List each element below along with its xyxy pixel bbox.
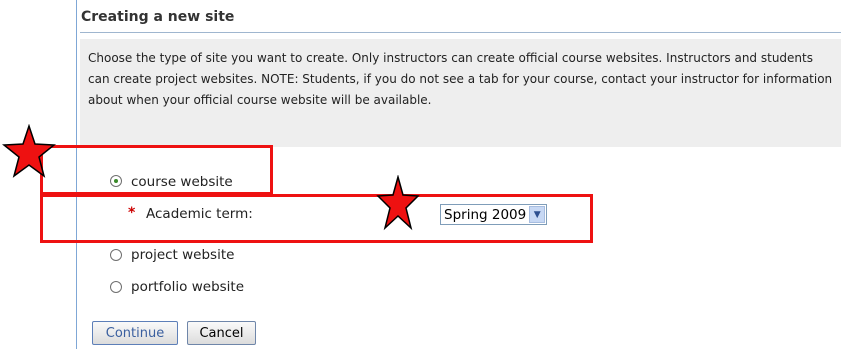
project-website-radio[interactable] bbox=[110, 249, 122, 261]
project-website-label[interactable]: project website bbox=[131, 247, 234, 263]
portfolio-website-radio[interactable] bbox=[110, 281, 122, 293]
red-star-icon bbox=[376, 175, 420, 231]
portfolio-website-label[interactable]: portfolio website bbox=[131, 279, 244, 295]
cancel-button[interactable]: Cancel bbox=[187, 321, 256, 345]
instructions-text: Choose the type of site you want to crea… bbox=[88, 51, 833, 107]
title-divider bbox=[80, 32, 841, 33]
continue-button[interactable]: Continue bbox=[92, 321, 178, 345]
instructions-panel: Choose the type of site you want to crea… bbox=[80, 39, 841, 147]
red-star-icon bbox=[2, 124, 56, 178]
highlight-box-academic-term bbox=[40, 194, 593, 243]
highlight-box-course-website bbox=[40, 145, 273, 195]
page-title: Creating a new site bbox=[81, 9, 235, 25]
